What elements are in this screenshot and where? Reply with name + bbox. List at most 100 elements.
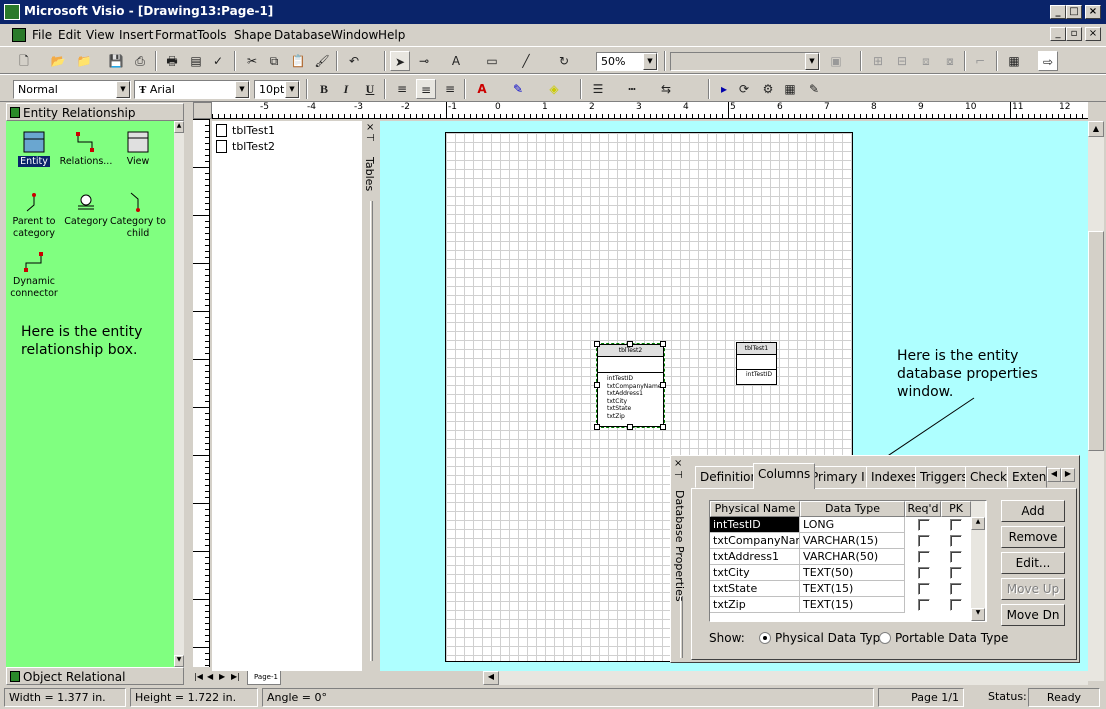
close-icon[interactable]: × [366,122,374,133]
db-table-icon[interactable]: ▦ [780,79,800,99]
portable-data-type-radio[interactable] [879,632,891,644]
pk-checkbox[interactable] [950,583,962,595]
line-pattern-icon[interactable]: ┅ [622,79,642,99]
close-button[interactable]: × [1085,5,1101,19]
physical-data-type-radio[interactable] [759,632,771,644]
ungroup-icon[interactable]: ⊟ [892,51,912,71]
pin-icon[interactable]: ⊣ [674,470,683,481]
line-color-icon[interactable]: ✎ [508,79,528,99]
shape-entity[interactable]: Entity [6,131,62,168]
copy-icon[interactable]: ⧉ [264,51,284,71]
database-icon[interactable]: ⇨ [1038,51,1058,71]
chevron-down-icon[interactable]: ▼ [235,81,249,98]
scroll-left-icon[interactable]: ◀ [483,671,499,685]
print-icon[interactable]: ⎙ [130,51,150,71]
layer-select[interactable]: ▼ [670,52,820,71]
style-select[interactable]: Normal ▼ [13,80,131,99]
cell-physical-name[interactable]: txtCompanyName [710,533,800,549]
add-column-button[interactable]: Add [1001,500,1065,522]
selection-handle[interactable] [660,424,666,430]
page-tab[interactable]: Page-1 [247,671,281,685]
menu-view[interactable]: View [86,28,114,42]
menu-file[interactable]: File [32,28,52,42]
menu-help[interactable]: Help [378,28,405,42]
prev-page-icon[interactable]: ◀ [207,672,213,681]
required-checkbox[interactable] [918,551,930,563]
entity-shape-tblTest1[interactable]: tblTest1 intTestID [736,342,777,385]
shape-parent-to-category[interactable]: Parent to category [6,191,62,240]
move-down-button[interactable]: Move Dn [1001,604,1065,626]
cell-physical-name[interactable]: intTestID [710,517,800,533]
next-page-icon[interactable]: ▶ [219,672,225,681]
tab-extend[interactable]: Extend [1007,466,1047,488]
selection-handle[interactable] [627,424,633,430]
print-page-icon[interactable]: ▤ [186,51,206,71]
stencil-scrollbar[interactable]: ▲ ▼ [174,121,184,667]
stencil-icon[interactable]: ▦ [1004,51,1024,71]
last-page-icon[interactable]: ▶| [231,672,240,681]
paste-icon[interactable]: 📋 [288,51,308,71]
header-pk[interactable]: PK [941,501,971,517]
cell-data-type[interactable]: TEXT(50) [800,565,905,581]
scroll-up-icon[interactable]: ▲ [174,121,184,133]
bold-icon[interactable]: B [314,79,334,99]
line-tool-icon[interactable]: ╱ [516,51,536,71]
cell-physical-name[interactable]: txtZip [710,597,800,613]
menu-shape[interactable]: Shape [234,28,272,42]
menu-database[interactable]: Database [274,28,331,42]
required-checkbox[interactable] [918,567,930,579]
underline-icon[interactable]: U [360,79,380,99]
grip[interactable] [680,596,683,658]
group-icon[interactable]: ⊞ [868,51,888,71]
header-required[interactable]: Req'd [905,501,941,517]
physical-data-type-label[interactable]: Physical Data Type [775,631,888,645]
canvas-horizontal-scrollbar[interactable] [499,671,1088,685]
pk-checkbox[interactable] [950,599,962,611]
cell-data-type[interactable]: VARCHAR(50) [800,549,905,565]
italic-icon[interactable]: I [336,79,356,99]
edit-column-button[interactable]: Edit... [1001,552,1065,574]
tab-indexes[interactable]: Indexes [866,466,923,488]
cut-icon[interactable]: ✂ [242,51,262,71]
columns-grid[interactable]: Physical Name Data Type Req'd PK ▲ ▼ int… [709,500,987,622]
line-weight-icon[interactable]: ☰ [588,79,608,99]
font-size-select[interactable]: 10pt. ▼ [254,80,300,99]
shape-category[interactable]: Category [58,191,114,228]
selection-handle[interactable] [660,382,666,388]
canvas-vertical-scrollbar[interactable]: ▲ [1088,121,1104,681]
selection-handle[interactable] [594,341,600,347]
align-right-icon[interactable]: ≡ [440,79,460,99]
menu-edit[interactable]: Edit [58,28,81,42]
align-left-icon[interactable]: ≡ [392,79,412,99]
tab-columns[interactable]: Columns [753,463,816,489]
cell-data-type[interactable]: TEXT(15) [800,581,905,597]
menu-insert[interactable]: Insert [119,28,153,42]
align-center-icon[interactable]: ≡ [416,79,436,99]
required-checkbox[interactable] [918,583,930,595]
selection-handle[interactable] [627,341,633,347]
move-up-button[interactable]: Move Up [1001,578,1065,600]
doc-restore-button[interactable]: ▫ [1066,27,1082,41]
menu-tools[interactable]: Tools [197,28,227,42]
close-icon[interactable]: × [674,458,682,469]
text-tool-icon[interactable]: A [446,51,466,71]
fill-color-icon[interactable]: ◈ [544,79,564,99]
shape-view[interactable]: View [110,131,166,168]
shape-category-to-child[interactable]: Category to child [110,191,166,240]
cell-data-type[interactable]: VARCHAR(15) [800,533,905,549]
cell-data-type[interactable]: TEXT(15) [800,597,905,613]
tab-scroll-right-icon[interactable]: ▶ [1061,468,1075,482]
doc-close-button[interactable]: × [1085,27,1101,41]
pin-icon[interactable]: ⊣ [366,133,375,144]
first-page-icon[interactable]: |◀ [194,672,203,681]
db-refresh-icon[interactable]: ⟳ [734,79,754,99]
shape-dynamic-connector[interactable]: Dynamic connector [6,251,62,300]
spelling-icon[interactable]: ✓ [208,51,228,71]
format-painter-icon[interactable]: 🖌 [312,51,332,71]
undo-icon[interactable]: ↶ [344,51,364,71]
connector-tool-icon[interactable]: ⊸ [414,51,434,71]
scroll-down-icon[interactable]: ▼ [971,608,985,621]
cell-physical-name[interactable]: txtCity [710,565,800,581]
db-wizard-icon[interactable]: ⚙ [758,79,778,99]
pk-checkbox[interactable] [950,567,962,579]
